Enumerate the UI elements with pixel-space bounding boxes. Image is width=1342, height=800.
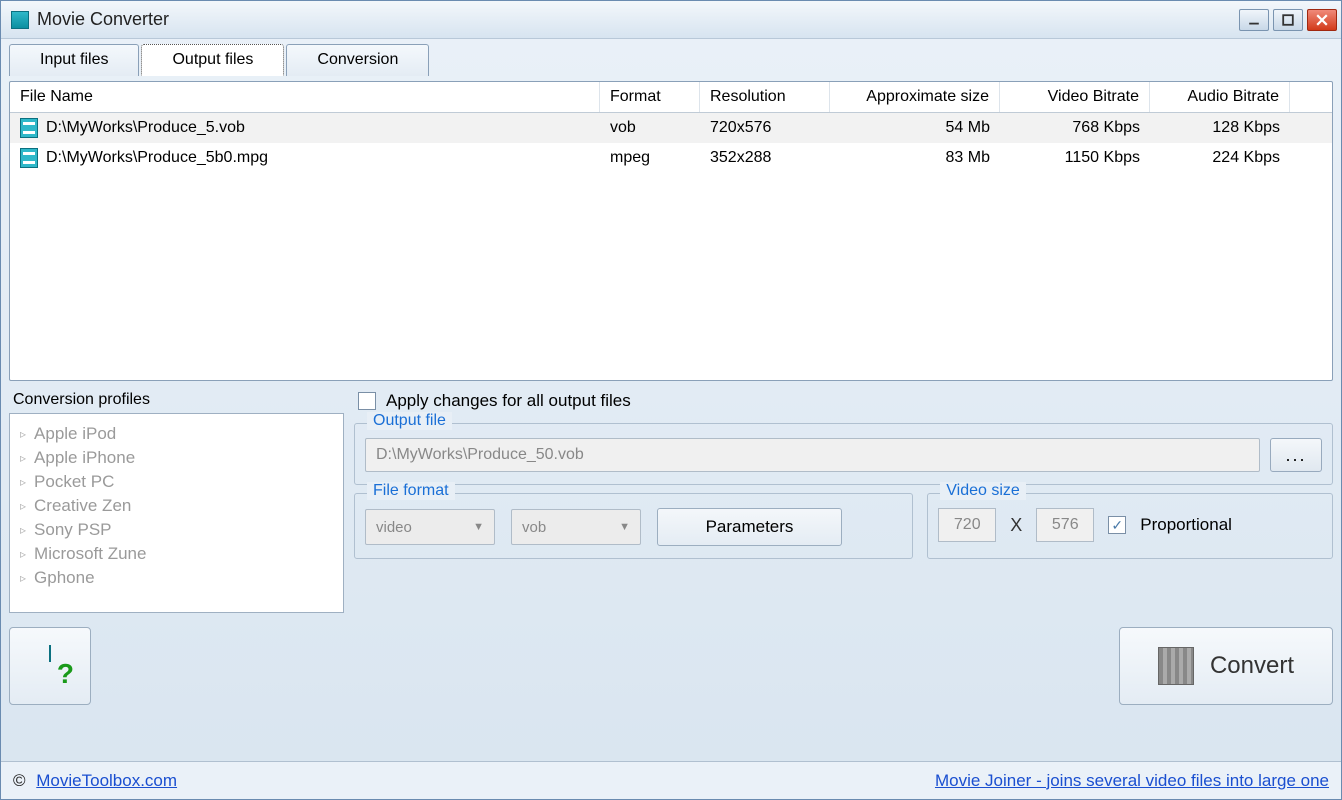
- tree-expand-icon: ▹: [20, 475, 26, 489]
- table-row[interactable]: D:\MyWorks\Produce_5b0.mpg mpeg 352x288 …: [10, 143, 1332, 173]
- profile-item[interactable]: ▹Pocket PC: [16, 470, 337, 494]
- maximize-button[interactable]: [1273, 9, 1303, 31]
- tree-expand-icon: ▹: [20, 427, 26, 441]
- help-icon: ?: [32, 646, 68, 686]
- video-size-legend: Video size: [940, 482, 1026, 500]
- profile-item[interactable]: ▹Apple iPod: [16, 422, 337, 446]
- cell-file-name: D:\MyWorks\Produce_5b0.mpg: [46, 149, 268, 167]
- profile-item[interactable]: ▹Creative Zen: [16, 494, 337, 518]
- apply-all-label: Apply changes for all output files: [386, 391, 631, 411]
- col-video-bitrate[interactable]: Video Bitrate: [1000, 82, 1150, 112]
- convert-label: Convert: [1210, 652, 1294, 680]
- cell-vbitrate: 1150 Kbps: [1000, 145, 1150, 171]
- width-input[interactable]: [938, 508, 996, 542]
- close-button[interactable]: [1307, 9, 1337, 31]
- apply-all-checkbox[interactable]: [358, 392, 376, 410]
- profiles-heading: Conversion profiles: [13, 391, 344, 409]
- window-title: Movie Converter: [37, 9, 1239, 30]
- tab-output-files[interactable]: Output files: [141, 44, 284, 76]
- tree-expand-icon: ▹: [20, 547, 26, 561]
- height-input[interactable]: [1036, 508, 1094, 542]
- convert-button[interactable]: Convert: [1119, 627, 1333, 705]
- minimize-button[interactable]: [1239, 9, 1269, 31]
- output-file-legend: Output file: [367, 412, 452, 430]
- film-icon: [20, 118, 38, 138]
- dimension-separator: X: [1010, 515, 1022, 536]
- tree-expand-icon: ▹: [20, 571, 26, 585]
- output-file-group: Output file ...: [354, 423, 1333, 485]
- site-link[interactable]: MovieToolbox.com: [36, 771, 177, 790]
- file-format-legend: File format: [367, 482, 455, 500]
- profile-item[interactable]: ▹Gphone: [16, 566, 337, 590]
- cell-format: mpeg: [600, 145, 700, 171]
- tree-expand-icon: ▹: [20, 499, 26, 513]
- output-path-input[interactable]: [365, 438, 1260, 472]
- proportional-checkbox[interactable]: [1108, 516, 1126, 534]
- col-approx-size[interactable]: Approximate size: [830, 82, 1000, 112]
- table-header-row: File Name Format Resolution Approximate …: [10, 82, 1332, 113]
- file-format-group: File format video ▼ vob ▼ Parameters: [354, 493, 913, 559]
- cell-format: vob: [600, 115, 700, 141]
- help-button[interactable]: ?: [9, 627, 91, 705]
- proportional-label: Proportional: [1140, 515, 1232, 535]
- cell-vbitrate: 768 Kbps: [1000, 115, 1150, 141]
- chevron-down-icon: ▼: [473, 521, 484, 533]
- copyright-symbol: ©: [13, 771, 26, 790]
- film-icon: [20, 148, 38, 168]
- profiles-tree[interactable]: ▹Apple iPod ▹Apple iPhone ▹Pocket PC ▹Cr…: [9, 413, 344, 613]
- cell-resolution: 352x288: [700, 145, 830, 171]
- col-file-name[interactable]: File Name: [10, 82, 600, 112]
- cell-size: 83 Mb: [830, 145, 1000, 171]
- col-resolution[interactable]: Resolution: [700, 82, 830, 112]
- profile-item[interactable]: ▹Sony PSP: [16, 518, 337, 542]
- tree-expand-icon: ▹: [20, 451, 26, 465]
- cell-abitrate: 224 Kbps: [1150, 145, 1290, 171]
- profile-item[interactable]: ▹Apple iPhone: [16, 446, 337, 470]
- col-audio-bitrate[interactable]: Audio Bitrate: [1150, 82, 1290, 112]
- tab-input-files[interactable]: Input files: [9, 44, 139, 76]
- tab-conversion[interactable]: Conversion: [286, 44, 429, 76]
- app-icon: [11, 11, 29, 29]
- parameters-button[interactable]: Parameters: [657, 508, 842, 546]
- app-window: Movie Converter Input files Output files…: [0, 0, 1342, 800]
- video-size-group: Video size X Proportional: [927, 493, 1333, 559]
- tab-strip: Input files Output files Conversion: [5, 44, 1337, 76]
- tree-expand-icon: ▹: [20, 523, 26, 537]
- format-type-select[interactable]: video ▼: [365, 509, 495, 545]
- col-format[interactable]: Format: [600, 82, 700, 112]
- cell-size: 54 Mb: [830, 115, 1000, 141]
- cell-resolution: 720x576: [700, 115, 830, 141]
- output-files-table: File Name Format Resolution Approximate …: [9, 81, 1333, 381]
- titlebar: Movie Converter: [1, 1, 1341, 39]
- table-row[interactable]: D:\MyWorks\Produce_5.vob vob 720x576 54 …: [10, 113, 1332, 143]
- cell-abitrate: 128 Kbps: [1150, 115, 1290, 141]
- profile-item[interactable]: ▹Microsoft Zune: [16, 542, 337, 566]
- movie-joiner-link[interactable]: Movie Joiner - joins several video files…: [935, 771, 1329, 791]
- status-bar: © MovieToolbox.com Movie Joiner - joins …: [1, 761, 1341, 799]
- cell-file-name: D:\MyWorks\Produce_5.vob: [46, 119, 245, 137]
- format-container-select[interactable]: vob ▼: [511, 509, 641, 545]
- chevron-down-icon: ▼: [619, 521, 630, 533]
- browse-button[interactable]: ...: [1270, 438, 1322, 472]
- filmstrip-icon: [1158, 647, 1194, 685]
